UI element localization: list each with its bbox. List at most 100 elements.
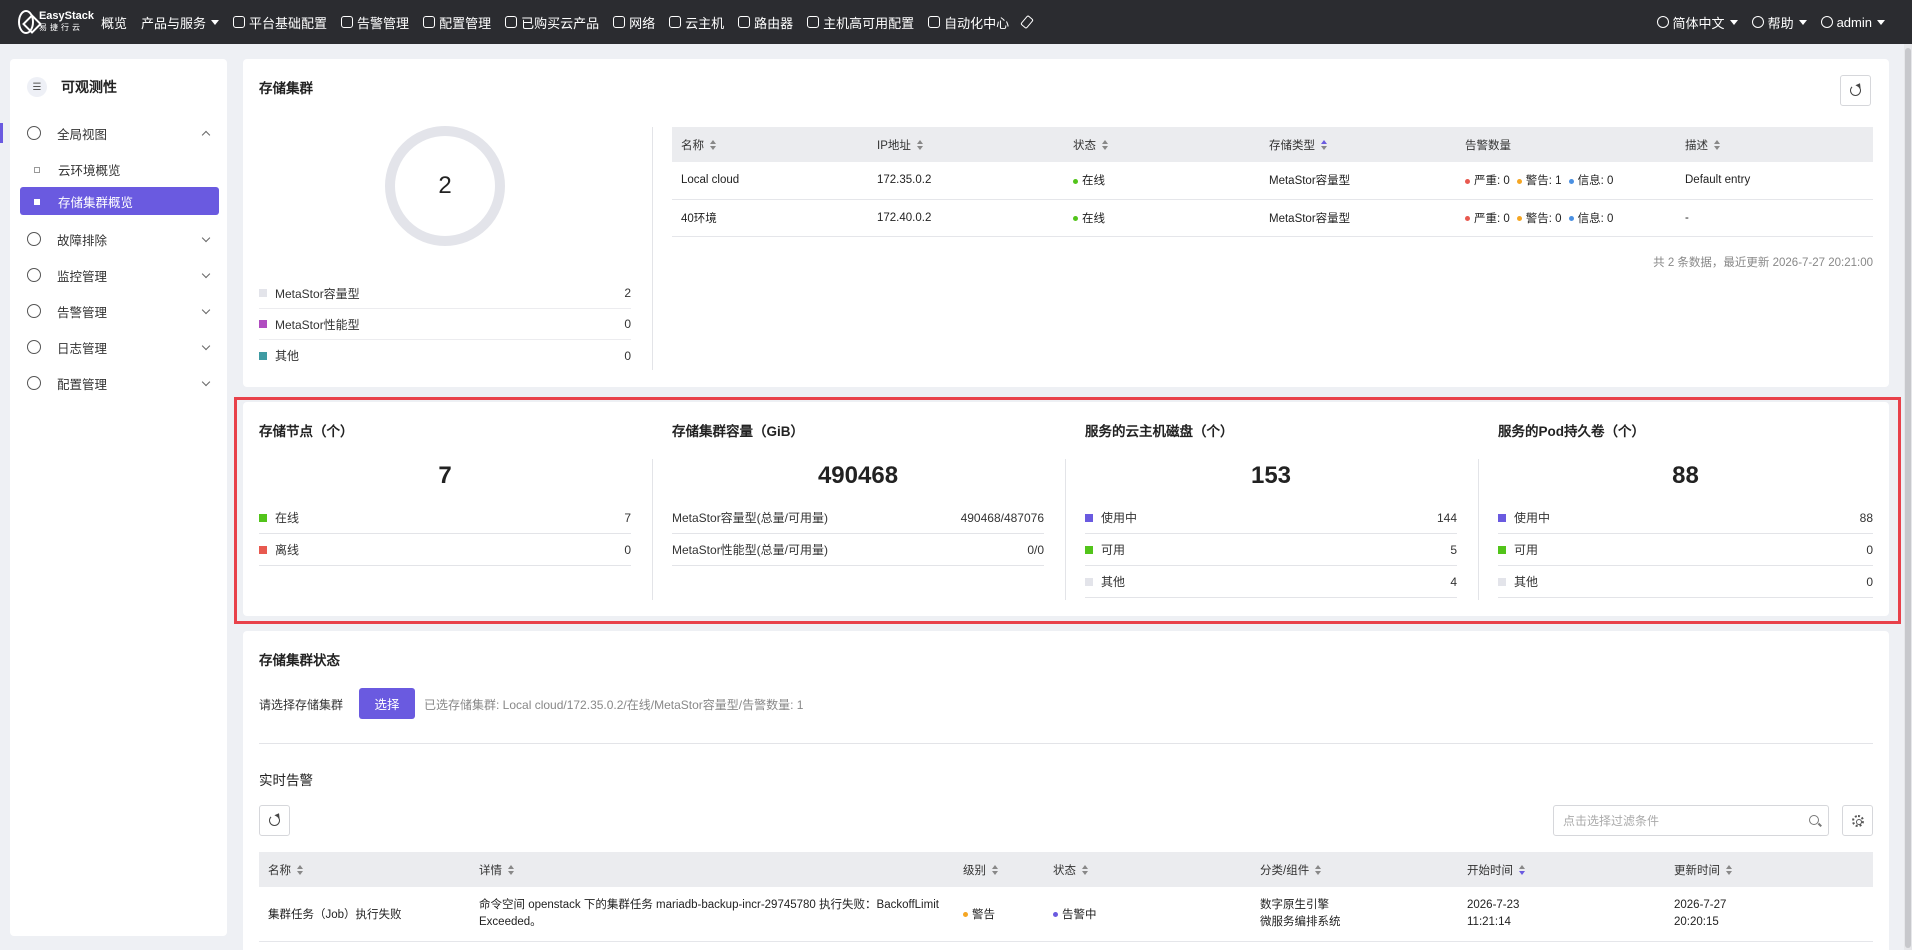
alerts-refresh-button[interactable] [259, 805, 290, 836]
gear-icon [27, 376, 41, 390]
legend-item: 其他 0 [259, 340, 631, 371]
column-settings-button[interactable] [1842, 805, 1873, 836]
legend-swatch [259, 320, 267, 328]
col-start-time[interactable]: 开始时间 [1458, 852, 1665, 887]
cell-status: 在线 [1064, 162, 1260, 200]
user-icon [1820, 16, 1833, 28]
sidebar-item-monitor[interactable]: 监控管理 [10, 257, 227, 293]
filter-input[interactable]: 点击选择过滤条件 [1553, 805, 1829, 836]
nav-ha[interactable]: 主机高可用配置 [800, 0, 921, 44]
cell-state: 告警中 [1044, 887, 1251, 942]
cell-ip: 172.40.0.2 [868, 199, 1064, 237]
sidebar-title: ☰ 可观测性 [10, 59, 227, 115]
pin-icon[interactable] [1016, 0, 1038, 44]
help-menu[interactable]: 帮助 [1745, 0, 1814, 44]
user-menu[interactable]: admin [1814, 0, 1892, 44]
logo-icon [18, 10, 34, 34]
col-category[interactable]: 分类/组件 [1251, 852, 1458, 887]
log-icon [27, 340, 41, 354]
divider [259, 743, 1873, 744]
language-switch[interactable]: 简体中文 [1650, 0, 1745, 44]
sort-icon [1714, 140, 1721, 151]
nav-purchased[interactable]: 已购买云产品 [498, 0, 606, 44]
cell-type: MetaStor容量型 [1260, 199, 1456, 237]
cell-category: 数字原生引擎 微服务编排系统 [1251, 887, 1458, 942]
sort-icon [1082, 865, 1089, 876]
help-icon [1751, 16, 1764, 28]
panel-title: 存储集群 [259, 81, 313, 96]
sidebar-item-alarm[interactable]: 告警管理 [10, 293, 227, 329]
alarm-icon [27, 304, 41, 318]
cell-status: 在线 [1064, 199, 1260, 237]
list-icon [505, 16, 518, 28]
sort-icon [916, 140, 924, 151]
sort-icon [1321, 140, 1328, 151]
nav-products[interactable]: 产品与服务 [134, 0, 226, 44]
cell-update-time: 2026-7-27 20:20:15 [1665, 887, 1873, 942]
chevron-down-icon [201, 377, 211, 387]
storage-cluster-panel: 存储集群 2 MetaStor容量型 2 MetaStor性能型 0 其他 0 名称 … [243, 59, 1889, 387]
cluster-status-panel: 存储集群状态 请选择存储集群 选择 已选存储集群: Local cloud/17… [243, 631, 1889, 950]
gear-icon [423, 16, 436, 28]
cell-ip: 172.35.0.2 [868, 162, 1064, 200]
col-name[interactable]: 名称 [672, 127, 868, 162]
col-desc[interactable]: 描述 [1676, 127, 1873, 162]
nav-overview[interactable]: 概览 [94, 0, 134, 44]
menu-icon[interactable]: ☰ [27, 77, 47, 97]
cluster-donut: 2 [385, 126, 505, 246]
nav-alarm[interactable]: 告警管理 [334, 0, 416, 44]
col-detail[interactable]: 详情 [470, 852, 954, 887]
chevron-down-icon [1798, 19, 1807, 25]
page-scrollbar[interactable] [1904, 44, 1912, 950]
sidebar-item-config[interactable]: 配置管理 [10, 365, 227, 401]
col-ip[interactable]: IP地址 [868, 127, 1064, 162]
cell-desc: Default entry [1676, 162, 1873, 200]
brand-name: EasyStack [38, 10, 94, 22]
sort-icon [297, 865, 304, 876]
nav-automation[interactable]: 自动化中心 [921, 0, 1016, 44]
search-icon [27, 232, 41, 246]
alerts-table: 名称 详情 级别 状态 分类/组件 开始时间 更新时间 集群任务（Job）执行失… [259, 852, 1873, 942]
cluster-table: 名称 IP地址 状态 存储类型 告警数量 描述 Local cloud 172.… [672, 127, 1873, 237]
cloud-icon [669, 16, 682, 28]
sidebar-sub-cloud-overview[interactable]: 云环境概览 [10, 151, 227, 187]
nav-network[interactable]: 网络 [606, 0, 662, 44]
sort-icon [710, 140, 717, 151]
sort-icon [1519, 865, 1526, 876]
nav-platform-config[interactable]: 平台基础配置 [226, 0, 334, 44]
legend-item: MetaStor容量型 2 [259, 278, 631, 309]
cell-alarms: 严重: 0 警告: 0 信息: 0 [1456, 199, 1676, 237]
choose-cluster-label: 请选择存储集群 [259, 698, 344, 712]
col-update-time[interactable]: 更新时间 [1665, 852, 1873, 887]
scrollbar-thumb[interactable] [1905, 48, 1911, 948]
col-alert-name[interactable]: 名称 [259, 852, 470, 887]
cluster-total: 2 [438, 172, 452, 199]
nav-router[interactable]: 路由器 [731, 0, 800, 44]
router-icon [738, 16, 751, 28]
col-level[interactable]: 级别 [954, 852, 1044, 887]
table-row[interactable]: Local cloud 172.35.0.2 在线 MetaStor容量型 严重… [672, 162, 1873, 200]
realtime-alerts-title: 实时告警 [259, 773, 313, 788]
chevron-down-icon [1877, 19, 1885, 25]
sidebar-item-troubleshoot[interactable]: 故障排除 [10, 221, 227, 257]
select-cluster-button[interactable]: 选择 [359, 688, 415, 719]
ha-icon [807, 16, 820, 28]
table-row[interactable]: 集群任务（Job）执行失败 命令空间 openstack 下的集群任务 mari… [259, 887, 1873, 942]
nav-vm[interactable]: 云主机 [662, 0, 731, 44]
sidebar-sub-storage-overview[interactable]: 存储集群概览 [20, 187, 219, 215]
refresh-button[interactable] [1840, 75, 1871, 106]
search-icon[interactable] [1809, 815, 1819, 825]
globe-icon [1656, 16, 1669, 28]
table-row[interactable]: 40环境 172.40.0.2 在线 MetaStor容量型 严重: 0 警告: … [672, 199, 1873, 237]
cell-type: MetaStor容量型 [1260, 162, 1456, 200]
col-type[interactable]: 存储类型 [1260, 127, 1456, 162]
legend-item: MetaStor性能型 0 [259, 309, 631, 340]
top-navbar: EasyStack 易捷行云 概览 产品与服务 平台基础配置 告警管理 配置管理… [0, 0, 1912, 44]
gear-icon [1851, 814, 1864, 827]
sidebar-item-global-view[interactable]: 全局视图 [0, 115, 227, 151]
easystack-logo[interactable]: EasyStack 易捷行云 [18, 10, 94, 34]
col-status[interactable]: 状态 [1064, 127, 1260, 162]
nav-config[interactable]: 配置管理 [416, 0, 498, 44]
sidebar-item-log[interactable]: 日志管理 [10, 329, 227, 365]
col-state[interactable]: 状态 [1044, 852, 1251, 887]
